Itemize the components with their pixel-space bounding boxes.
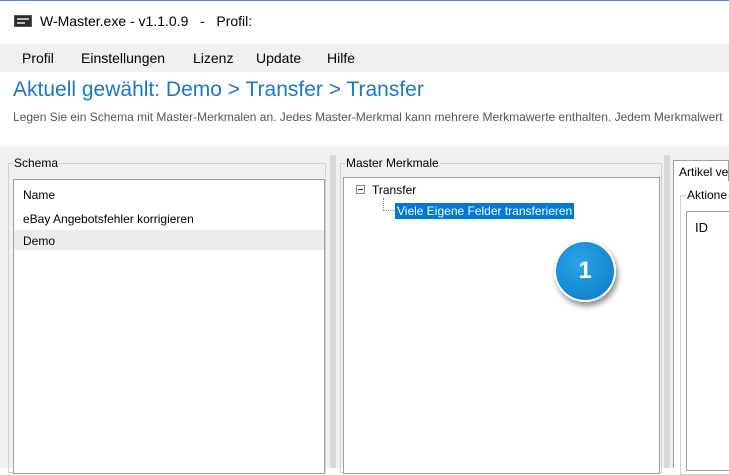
aktionen-label: Aktione [686,188,729,202]
article-tab-content: Aktione ID [673,181,729,475]
tree-connector [383,198,384,210]
step-number-badge: 1 [554,240,616,302]
current-selection-heading: Aktuell gewählt: Demo > Transfer > Trans… [13,78,424,101]
menu-hilfe[interactable]: Hilfe [327,50,355,66]
schema-row-demo-label: Demo [23,234,56,248]
schema-row-ebay[interactable]: eBay Angebotsfehler korrigieren [23,212,194,226]
window-title: W-Master.exe - v1.1.0.9 - Profil: [40,13,253,29]
tree-node-viele-eigene-felder[interactable]: Viele Eigene Felder transferieren [395,203,575,219]
article-list[interactable]: ID [686,211,729,471]
splitter-left[interactable] [330,155,336,468]
title-bar: W-Master.exe - v1.1.0.9 - Profil: [0,0,729,44]
schema-list[interactable]: Name eBay Angebotsfehler korrigieren Dem… [13,179,325,474]
app-logo-icon [14,15,32,27]
master-panel-label: Master Merkmale [345,156,440,170]
menu-profil[interactable]: Profil [22,50,54,66]
menu-bar: Profil Einstellungen Lizenz Update Hilfe [0,44,729,72]
schema-column-header[interactable]: Name [23,188,55,202]
tree-node-transfer[interactable]: Transfer [372,183,416,197]
menu-einstellungen[interactable]: Einstellungen [81,50,165,66]
menu-lizenz[interactable]: Lizenz [193,50,233,66]
menu-update[interactable]: Update [256,50,301,66]
description-text: Legen Sie ein Schema mit Master-Merkmale… [13,110,723,124]
collapse-toggle-icon[interactable] [356,185,365,194]
master-tree[interactable]: Transfer Viele Eigene Felder transferier… [343,177,660,474]
tree-connector [383,210,395,211]
schema-row-demo[interactable]: Demo [14,230,324,250]
article-column-id[interactable]: ID [695,220,708,235]
tab-artikel[interactable]: Artikel ve [673,160,729,182]
splitter-right[interactable] [664,155,670,468]
schema-panel-label: Schema [13,156,60,170]
